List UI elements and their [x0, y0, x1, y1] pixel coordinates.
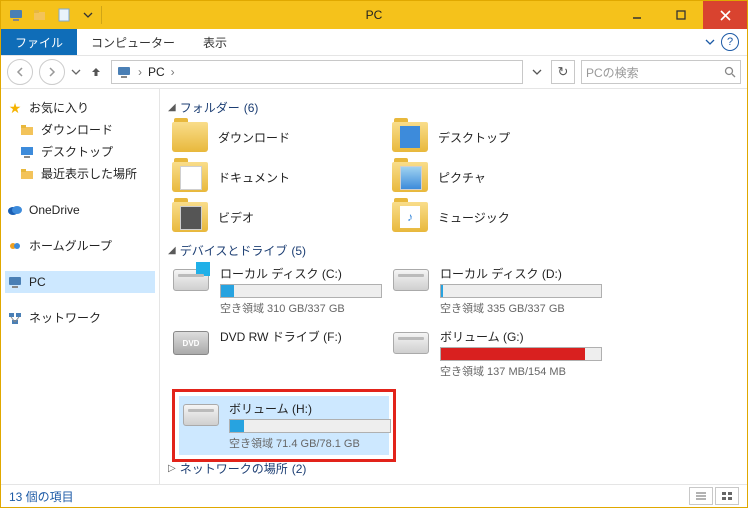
breadcrumb-sep: › [138, 65, 142, 79]
folder-icon [172, 202, 208, 232]
usage-bar [440, 347, 602, 361]
content-pane: ◢ フォルダー (6) ダウンロード デスクトップ ドキュメント ピクチャ ビデ… [160, 89, 747, 484]
properties-icon[interactable] [53, 4, 75, 26]
folder-desktop[interactable]: デスクトップ [392, 122, 602, 152]
hdd-icon [392, 328, 430, 358]
drive-h[interactable]: ボリューム (H:) 空き領域 71.4 GB/78.1 GB [183, 400, 385, 451]
separator [101, 6, 103, 24]
folder-icon [172, 162, 208, 192]
expand-ribbon-icon[interactable] [705, 37, 715, 47]
drive-g[interactable]: ボリューム (G:) 空き領域 137 MB/154 MB [392, 328, 602, 379]
section-folders[interactable]: ◢ フォルダー (6) [168, 99, 737, 116]
address-dropdown-icon[interactable] [529, 67, 545, 77]
section-network-locations[interactable]: ▷ ネットワークの場所 (2) [166, 460, 737, 477]
drive-d[interactable]: ローカル ディスク (D:) 空き領域 335 GB/337 GB [392, 265, 602, 316]
sidebar-item-downloads[interactable]: ダウンロード [5, 119, 155, 141]
forward-button[interactable] [39, 59, 65, 85]
network-icon [7, 310, 23, 326]
title-bar: PC [1, 1, 747, 29]
maximize-button[interactable] [659, 1, 703, 29]
recent-locations-icon[interactable] [71, 67, 81, 77]
pc-icon [116, 64, 132, 80]
folder-icon [392, 122, 428, 152]
folder-icon [19, 122, 35, 138]
search-input[interactable]: PCの検索 [581, 60, 741, 84]
folder-icon [172, 122, 208, 152]
dvd-icon: DVD [172, 328, 210, 358]
sidebar-item-recent[interactable]: 最近表示した場所 [5, 163, 155, 185]
folder-documents[interactable]: ドキュメント [172, 162, 382, 192]
drives-grid: ローカル ディスク (C:) 空き領域 310 GB/337 GB ローカル デ… [166, 265, 737, 379]
folder-downloads[interactable]: ダウンロード [172, 122, 382, 152]
search-placeholder: PCの検索 [586, 64, 639, 81]
minimize-button[interactable] [615, 1, 659, 29]
section-drives[interactable]: ◢ デバイスとドライブ (5) [168, 242, 737, 259]
folder-icon [392, 162, 428, 192]
highlight-annotation: ボリューム (H:) 空き領域 71.4 GB/78.1 GB [172, 389, 396, 462]
details-view-button[interactable] [689, 487, 713, 505]
tab-file[interactable]: ファイル [1, 29, 77, 55]
expand-icon: ▷ [168, 463, 176, 474]
sidebar-pc[interactable]: PC [5, 271, 155, 293]
hdd-icon [172, 265, 210, 295]
sidebar-favorites[interactable]: ★お気に入り [5, 97, 155, 119]
up-button[interactable] [87, 63, 105, 81]
qat-dropdown-icon[interactable] [77, 4, 99, 26]
folders-grid: ダウンロード デスクトップ ドキュメント ピクチャ ビデオ ♪ミュージック [166, 122, 737, 232]
new-folder-icon[interactable] [29, 4, 51, 26]
folder-videos[interactable]: ビデオ [172, 202, 382, 232]
desktop-icon [19, 144, 35, 160]
hdd-icon [392, 265, 430, 295]
drive-f[interactable]: DVD DVD RW ドライブ (F:) [172, 328, 382, 379]
usage-bar [229, 419, 391, 433]
refresh-button[interactable]: ↻ [551, 60, 575, 84]
quick-access-toolbar [1, 1, 103, 29]
folder-pictures[interactable]: ピクチャ [392, 162, 602, 192]
pc-icon[interactable] [5, 4, 27, 26]
tab-view[interactable]: 表示 [189, 29, 241, 55]
sidebar-homegroup[interactable]: ホームグループ [5, 235, 155, 257]
explorer-window: PC ファイル コンピューター 表示 ? › PC › ↻ PC [0, 0, 748, 508]
address-bar-row: › PC › ↻ PCの検索 [1, 56, 747, 89]
sidebar-item-desktop[interactable]: デスクトップ [5, 141, 155, 163]
usage-bar [440, 284, 602, 298]
star-icon: ★ [7, 100, 23, 116]
view-switcher [689, 487, 739, 505]
homegroup-icon [7, 238, 23, 254]
ribbon-tabs: ファイル コンピューター 表示 ? [1, 29, 747, 56]
folder-icon [19, 166, 35, 182]
ribbon-right: ? [705, 29, 747, 55]
breadcrumb-sep[interactable]: › [171, 65, 175, 79]
close-button[interactable] [703, 1, 747, 29]
address-bar[interactable]: › PC › [111, 60, 523, 84]
window-buttons [615, 1, 747, 29]
breadcrumb-pc[interactable]: PC [148, 65, 165, 79]
search-icon [724, 66, 736, 78]
drive-c[interactable]: ローカル ディスク (C:) 空き領域 310 GB/337 GB [172, 265, 382, 316]
back-button[interactable] [7, 59, 33, 85]
collapse-icon: ◢ [168, 245, 176, 256]
sidebar-network[interactable]: ネットワーク [5, 307, 155, 329]
folder-music[interactable]: ♪ミュージック [392, 202, 602, 232]
pc-icon [7, 274, 23, 290]
help-icon[interactable]: ? [721, 33, 739, 51]
navigation-pane: ★お気に入り ダウンロード デスクトップ 最近表示した場所 OneDrive ホ… [1, 89, 160, 484]
item-count: 13 個の項目 [9, 488, 74, 505]
tab-computer[interactable]: コンピューター [77, 29, 189, 55]
icons-view-button[interactable] [715, 487, 739, 505]
onedrive-icon [7, 202, 23, 218]
usage-bar [220, 284, 382, 298]
status-bar: 13 個の項目 [1, 484, 747, 507]
body: ★お気に入り ダウンロード デスクトップ 最近表示した場所 OneDrive ホ… [1, 89, 747, 484]
folder-icon: ♪ [392, 202, 428, 232]
collapse-icon: ◢ [168, 102, 176, 113]
hdd-icon [183, 400, 219, 430]
sidebar-onedrive[interactable]: OneDrive [5, 199, 155, 221]
